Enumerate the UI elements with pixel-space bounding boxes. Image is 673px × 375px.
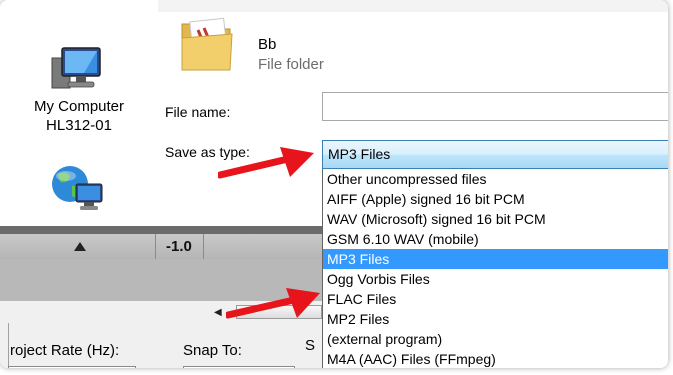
save-type-option[interactable]: FLAC Files [323,289,668,309]
save-as-type-select[interactable]: MP3 Files [322,140,668,169]
computer-label: My Computer [33,98,125,115]
ruler-divider [203,234,204,259]
folder-type: File folder [258,56,324,73]
snap-to-combo[interactable] [183,366,295,368]
folder-icon[interactable] [178,14,238,72]
dialog-header-strip [158,0,668,12]
save-type-option[interactable]: (external program) [323,329,668,349]
ruler-divider [155,234,156,259]
network-globe-icon[interactable] [48,162,106,212]
save-type-option[interactable]: MP2 Files [323,309,668,329]
save-type-option[interactable]: MP3 Files [323,249,668,269]
folder-name[interactable]: Bb [258,36,276,53]
snap-to-label: Snap To: [183,342,242,359]
ruler-tick-label: -1.0 [166,238,192,255]
my-computer-label[interactable]: My Computer HL312-01 [4,97,154,135]
computer-name: HL312-01 [46,117,112,134]
save-as-type-dropdown-list: Other uncompressed files AIFF (Apple) sig… [322,169,668,368]
save-type-option[interactable]: M4A (AAC) Files (FFmpeg) [323,349,668,368]
scroll-left-icon[interactable]: ◀ [214,307,222,318]
save-type-option[interactable]: GSM 6.10 WAV (mobile) [323,229,668,249]
save-type-option[interactable]: Other uncompressed files [323,169,668,189]
save-type-option[interactable]: WAV (Microsoft) signed 16 bit PCM [323,209,668,229]
file-name-label: File name: [165,104,231,120]
file-name-input[interactable] [322,92,668,121]
save-type-option[interactable]: Ogg Vorbis Files [323,269,668,289]
project-rate-combo[interactable] [8,366,136,368]
screenshot-frame: -1.0 ◀ roject Rate (Hz): Snap To: S My C… [0,0,668,368]
red-arrow-icon [226,288,320,319]
project-rate-label: roject Rate (Hz): [10,342,120,359]
play-position-marker-icon[interactable] [74,242,86,251]
ruler-top-band [0,226,322,234]
computer-icon[interactable] [48,44,104,92]
red-arrow-icon [218,147,314,179]
partial-label: S [305,337,316,354]
toolbar-grip[interactable] [8,323,9,368]
navigation-pane: My Computer HL312-01 [0,0,158,226]
save-type-option[interactable]: AIFF (Apple) signed 16 bit PCM [323,189,668,209]
